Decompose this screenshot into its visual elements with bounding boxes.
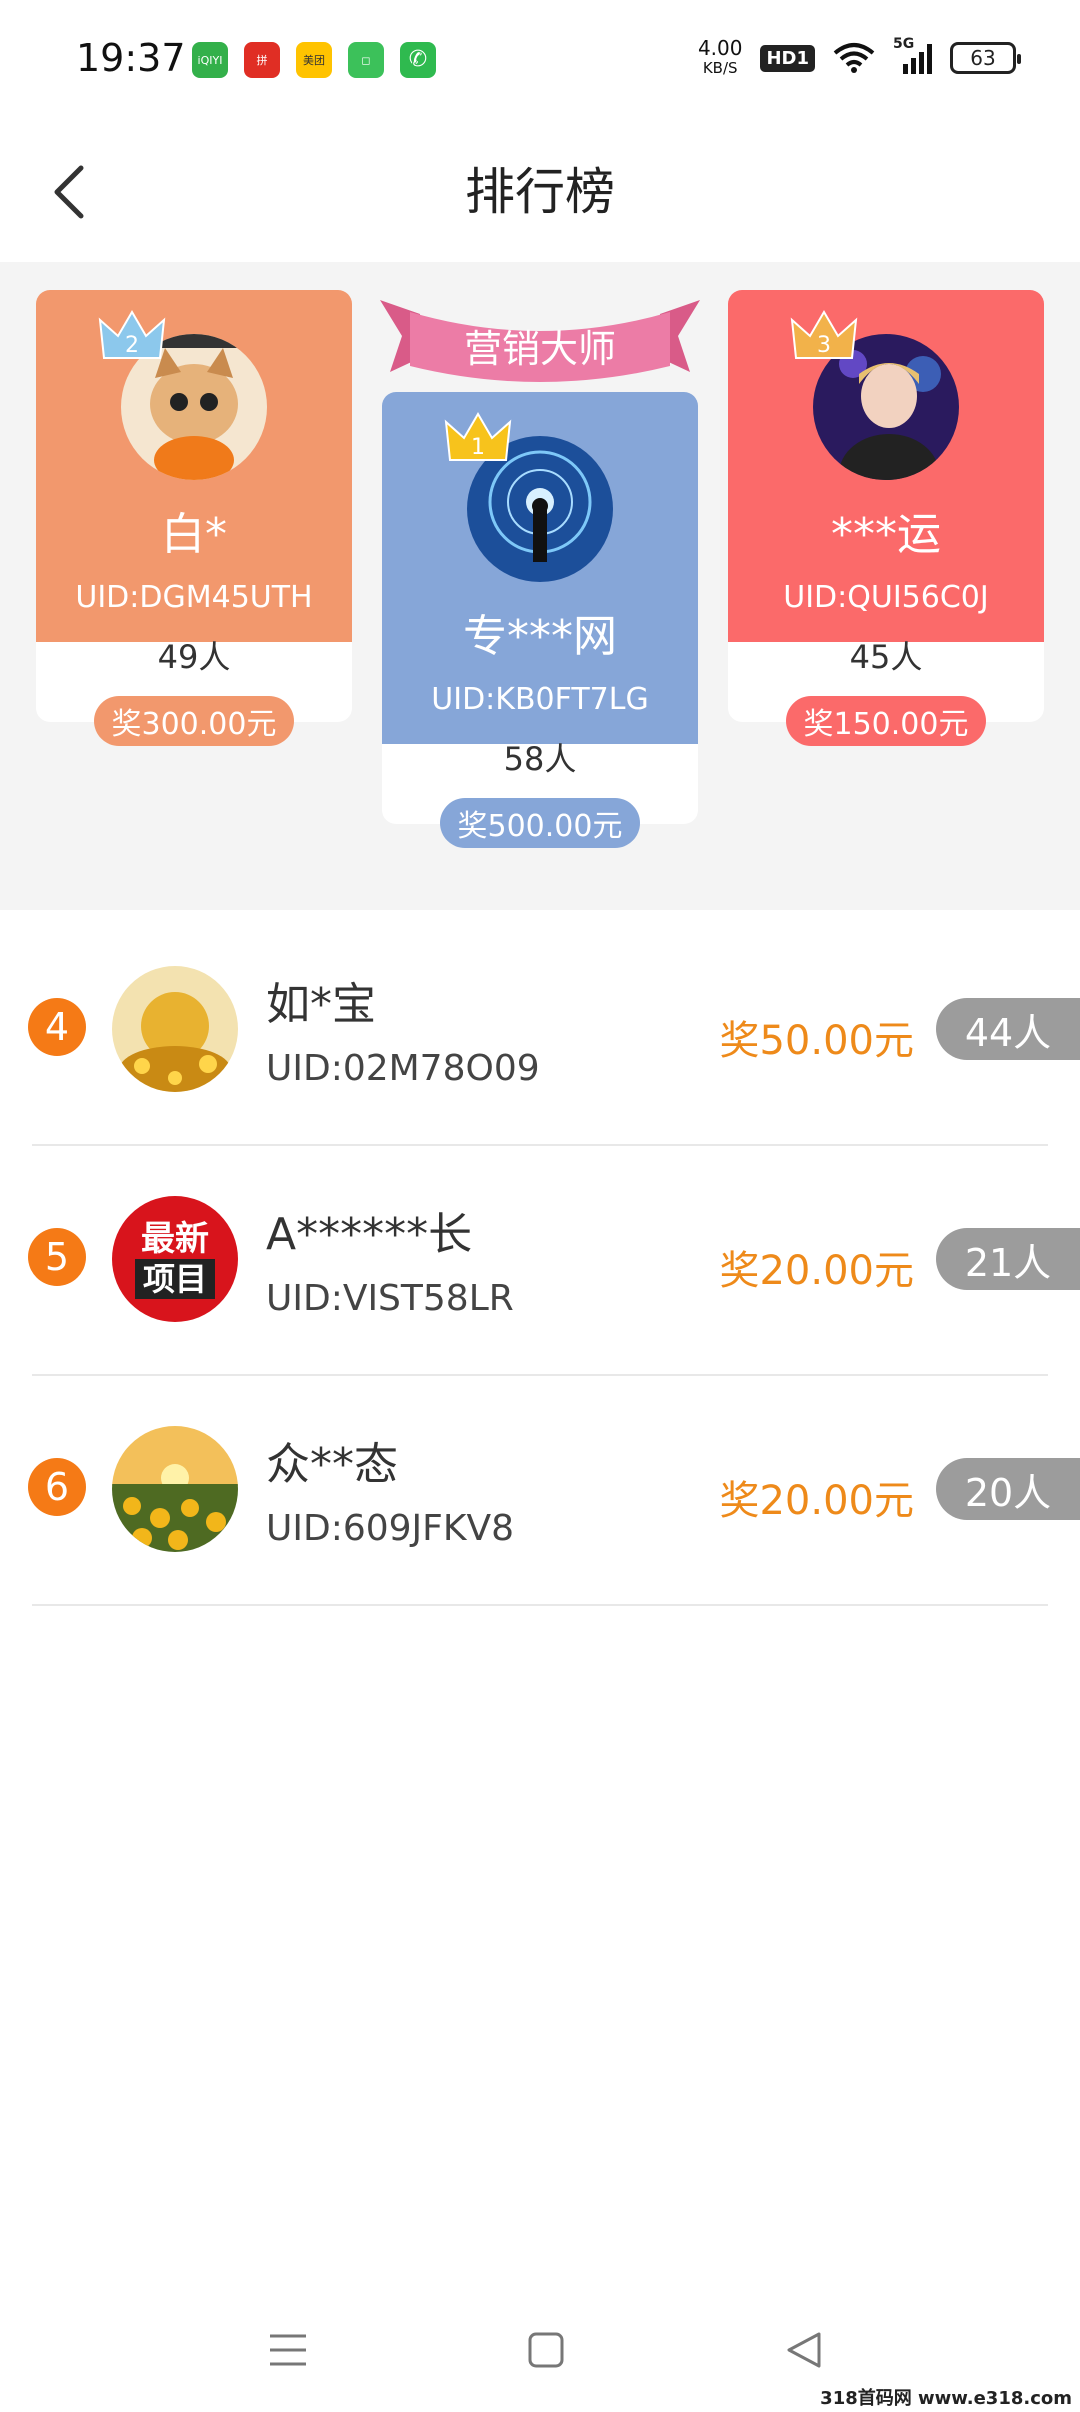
avatar: 最新 项目 — [112, 1196, 238, 1322]
status-indicators: 4.00 KB/S HD1 5G 63 — [698, 36, 1021, 78]
list-item[interactable]: 5 最新 项目 A******长 UID:VIST58LR 奖20.00元 21… — [28, 1146, 1080, 1376]
pinduoduo-icon: 拼 — [244, 42, 280, 78]
rank-badge: 4 — [28, 998, 86, 1056]
meituan-icon: 美团 — [296, 42, 332, 78]
status-bar: 19:37 iQIYI 拼 美团 ◻ ✆ 4.00 KB/S HD1 5G 63 — [0, 0, 1080, 120]
page-header: 排行榜 — [0, 120, 1080, 262]
iqiyi-icon: iQIYI — [192, 42, 228, 78]
user-name: 众**态 — [266, 1439, 398, 1490]
user-uid: UID:DGM45UTH — [75, 580, 313, 615]
prize-amount: 奖20.00元 — [719, 1478, 914, 1524]
invite-count: 49人 — [157, 638, 231, 676]
network-speed: 4.00 KB/S — [698, 38, 743, 78]
banner-title: 营销大师 — [463, 327, 616, 371]
prize-amount: 奖50.00元 — [719, 1018, 914, 1064]
network-type-label: 5G — [893, 36, 915, 52]
top-three-podium: 2 白* UID:DGM45UTH 49人 奖300.00元 3 ***运 UI… — [0, 262, 1080, 910]
ranking-list: 4 如*宝 UID:02M78O09 奖50.00元 44人 5 最新 项目 A… — [0, 916, 1080, 1606]
prize-badge-first: 奖500.00元 — [440, 798, 640, 848]
avatar-text-bottom: 项目 — [134, 1259, 215, 1299]
home-square-icon — [528, 2332, 564, 2368]
user-uid: UID:609JFKV8 — [266, 1508, 514, 1549]
prize-badge-third: 奖150.00元 — [786, 696, 986, 746]
invite-count: 58人 — [503, 740, 577, 778]
phone-icon: ✆ — [400, 42, 436, 78]
user-uid: UID:QUI56C0J — [783, 580, 989, 615]
wifi-icon — [833, 43, 875, 73]
silver-crown-icon: 2 — [98, 310, 166, 359]
menu-button[interactable] — [258, 2320, 318, 2380]
user-name: A******长 — [266, 1209, 473, 1260]
user-uid: UID:02M78O09 — [266, 1048, 540, 1089]
user-name: 白* — [161, 509, 227, 560]
avatar — [112, 1426, 238, 1552]
rank-badge: 5 — [28, 1228, 86, 1286]
invite-count-badge: 20人 — [936, 1458, 1080, 1520]
home-button[interactable] — [516, 2320, 576, 2380]
rank-badge: 6 — [28, 1458, 86, 1516]
back-nav-button[interactable] — [774, 2320, 834, 2380]
user-name: 专***网 — [463, 611, 617, 662]
user-name: ***运 — [831, 509, 941, 560]
store-icon: ◻ — [348, 42, 384, 78]
crown-rank-number: 1 — [471, 435, 485, 460]
crown-rank-number: 3 — [817, 333, 831, 358]
rank-card-first[interactable]: 1 专***网 UID:KB0FT7LG 58人 — [382, 392, 698, 824]
battery-icon: 63 — [950, 42, 1021, 74]
status-time: 19:37 — [76, 36, 186, 80]
bronze-crown-icon: 3 — [790, 310, 858, 359]
battery-level: 63 — [970, 46, 996, 70]
back-triangle-icon — [787, 2332, 821, 2368]
user-name: 如*宝 — [266, 979, 376, 1030]
invite-count-badge: 44人 — [936, 998, 1080, 1060]
crown-rank-number: 2 — [125, 333, 139, 358]
list-item[interactable]: 6 众**态 UID:609JFKV8 奖20.00元 20人 — [28, 1376, 1080, 1606]
rank-card-second[interactable]: 2 白* UID:DGM45UTH 49人 — [36, 290, 352, 722]
user-uid: UID:VIST58LR — [266, 1278, 514, 1319]
list-item[interactable]: 4 如*宝 UID:02M78O09 奖50.00元 44人 — [28, 916, 1080, 1146]
invite-count-badge: 21人 — [936, 1228, 1080, 1290]
page-title: 排行榜 — [465, 163, 615, 221]
prize-badge-second: 奖300.00元 — [94, 696, 294, 746]
gold-crown-icon: 1 — [444, 412, 512, 461]
avatar-text-top: 最新 — [141, 1219, 209, 1259]
gold-dragon-avatar-image — [112, 966, 238, 1092]
cellular-signal-icon: 5G — [893, 36, 932, 74]
rank-card-third[interactable]: 3 ***运 UID:QUI56C0J 45人 — [728, 290, 1044, 722]
avatar — [112, 966, 238, 1092]
network-speed-value: 4.00 — [697, 36, 743, 60]
hd-icon: HD1 — [760, 44, 815, 72]
prize-amount: 奖20.00元 — [719, 1248, 914, 1294]
invite-count: 45人 — [849, 638, 923, 676]
watermark-text: 318首码网 www.e318.com — [820, 2388, 1072, 2409]
notification-icons: iQIYI 拼 美团 ◻ ✆ — [192, 42, 436, 78]
network-speed-unit: KB/S — [702, 59, 738, 77]
user-uid: UID:KB0FT7LG — [431, 682, 649, 717]
menu-icon — [270, 2334, 306, 2366]
sunflower-field-avatar-image — [112, 1426, 238, 1552]
